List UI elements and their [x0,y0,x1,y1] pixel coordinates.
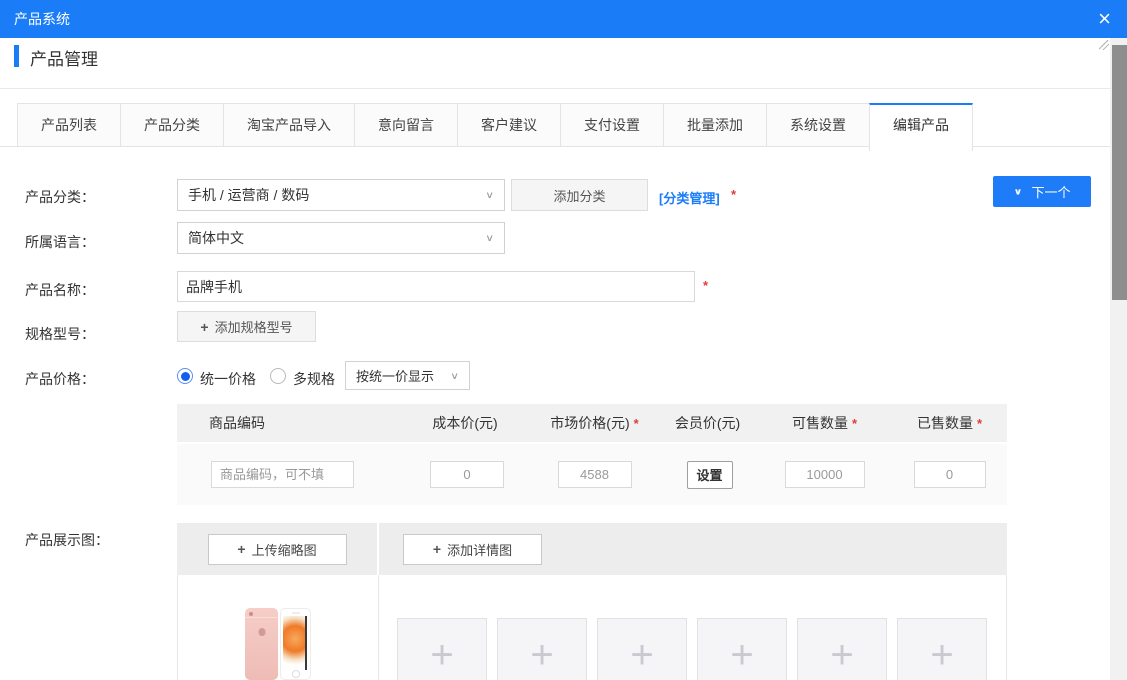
multi-spec-radio-label[interactable]: 多规格 [293,369,335,389]
product-name-label: 产品名称： [25,280,95,300]
chevron-down-icon: ∨ [450,370,459,381]
upload-thumbnail-button[interactable]: + 上传缩略图 [208,534,347,565]
apple-logo-mark [258,628,265,636]
tabbar: 产品列表 产品分类 淘宝产品导入 意向留言 客户建议 支付设置 批量添加 系统设… [17,103,973,151]
price-table: 商品编码 成本价(元) 市场价格(元)* 会员价(元) 可售数量* 已售数量* … [177,404,1007,505]
product-name-input[interactable] [177,271,695,302]
detail-upload-slot[interactable]: + [697,618,787,680]
multi-spec-radio[interactable] [270,368,286,384]
close-icon[interactable]: × [1094,8,1115,30]
detail-upload-slot[interactable]: + [597,618,687,680]
spec-label: 规格型号： [25,324,95,344]
corner-grip-icon [1099,40,1109,50]
language-label: 所属语言： [25,232,95,252]
titlebar: 产品系统 × [0,0,1127,38]
tab-taobao-import[interactable]: 淘宝产品导入 [223,103,355,147]
next-button-label: 下一个 [1031,182,1070,201]
tab-edit-product[interactable]: 编辑产品 [869,103,973,151]
product-code-input[interactable] [211,461,354,488]
language-select-value: 简体中文 [188,228,244,248]
unified-price-radio[interactable] [177,368,193,384]
header-cost-price: 成本价(元) [407,413,527,433]
head-divider [0,88,1110,89]
add-detail-image-label: 添加详情图 [447,540,512,559]
title-accent-bar [14,45,19,67]
phone-back-view [245,608,278,680]
chevron-down-icon: ∨ [485,232,494,243]
gallery-toolbar: + 上传缩略图 + 添加详情图 [177,523,1007,575]
app-title: 产品系统 [14,9,70,29]
tab-system-settings[interactable]: 系统设置 [766,103,870,147]
unified-price-radio-label[interactable]: 统一价格 [200,369,256,389]
market-price-input[interactable] [558,461,632,488]
plus-icon: + [630,635,653,680]
header-sold-qty: 已售数量* [892,413,1007,433]
tab-product-category[interactable]: 产品分类 [120,103,224,147]
detail-upload-slot[interactable]: + [897,618,987,680]
tab-batch-add[interactable]: 批量添加 [663,103,767,147]
category-label: 产品分类： [25,187,95,207]
chevron-down-icon: ∨ [1014,186,1023,196]
plus-icon: + [930,635,953,680]
cost-price-input[interactable] [430,461,504,488]
product-thumbnail-image[interactable] [245,608,311,680]
upload-thumbnail-label: 上传缩略图 [252,540,317,559]
plus-icon: + [200,319,208,335]
member-price-set-button[interactable]: 设置 [687,461,733,489]
detail-upload-slot[interactable]: + [497,618,587,680]
thumbnail-toolbar-cell: + 上传缩略图 [177,523,379,575]
header-market-price: 市场价格(元)* [527,413,662,433]
language-select[interactable]: 简体中文 ∨ [177,222,505,254]
gallery-body: + + + + + + [177,575,1007,680]
name-required-star: * [703,278,708,293]
detail-upload-slot[interactable]: + [797,618,887,680]
add-spec-button[interactable]: + 添加规格型号 [177,311,316,342]
chevron-down-icon: ∨ [485,189,494,200]
header-member-price: 会员价(元) [662,413,757,433]
header-sellable-qty: 可售数量* [757,413,892,433]
tab-product-list[interactable]: 产品列表 [17,103,121,147]
category-select[interactable]: 手机 / 运营商 / 数码 ∨ [177,179,505,211]
scrollbar-thumb[interactable] [1112,45,1127,300]
plus-icon: + [530,635,553,680]
price-table-row: 设置 [177,444,1007,505]
detail-upload-slot[interactable]: + [397,618,487,680]
manage-category-link[interactable]: [分类管理] [659,188,720,207]
add-category-label: 添加分类 [553,186,605,205]
add-detail-image-button[interactable]: + 添加详情图 [403,534,542,565]
category-select-value: 手机 / 运营商 / 数码 [188,185,309,205]
detail-images-cell: + + + + + + [379,575,1007,680]
plus-icon: + [730,635,753,680]
gallery-section: + 上传缩略图 + 添加详情图 + + + [177,523,1007,680]
page-title: 产品管理 [30,45,98,70]
tab-customer-suggestions[interactable]: 客户建议 [457,103,561,147]
plus-icon: + [433,541,441,557]
detail-toolbar-cell: + 添加详情图 [379,523,1007,575]
gallery-label: 产品展示图： [25,530,109,550]
category-required-star: * [731,187,736,202]
price-display-value: 按统一价显示 [356,366,434,385]
radio-dot [181,372,190,381]
thumbnail-cell [177,575,379,680]
plus-icon: + [830,635,853,680]
plus-icon: + [430,635,453,680]
price-label: 产品价格： [25,369,95,389]
next-button[interactable]: ∨ 下一个 [993,176,1091,207]
sold-qty-input[interactable] [914,461,986,488]
tab-intent-messages[interactable]: 意向留言 [354,103,458,147]
app-window: 产品系统 × 产品管理 产品列表 产品分类 淘宝产品导入 意向留言 客户建议 支… [0,0,1127,680]
plus-icon: + [237,541,245,557]
price-display-select[interactable]: 按统一价显示 ∨ [345,361,470,390]
price-table-header: 商品编码 成本价(元) 市场价格(元)* 会员价(元) 可售数量* 已售数量* [177,404,1007,442]
phone-front-view [280,608,311,680]
add-spec-label: 添加规格型号 [215,317,293,336]
header-product-code: 商品编码 [177,413,407,433]
phone-screen-art [283,616,307,670]
add-category-button[interactable]: 添加分类 [511,179,648,211]
sellable-qty-input[interactable] [785,461,865,488]
tab-payment-settings[interactable]: 支付设置 [560,103,664,147]
